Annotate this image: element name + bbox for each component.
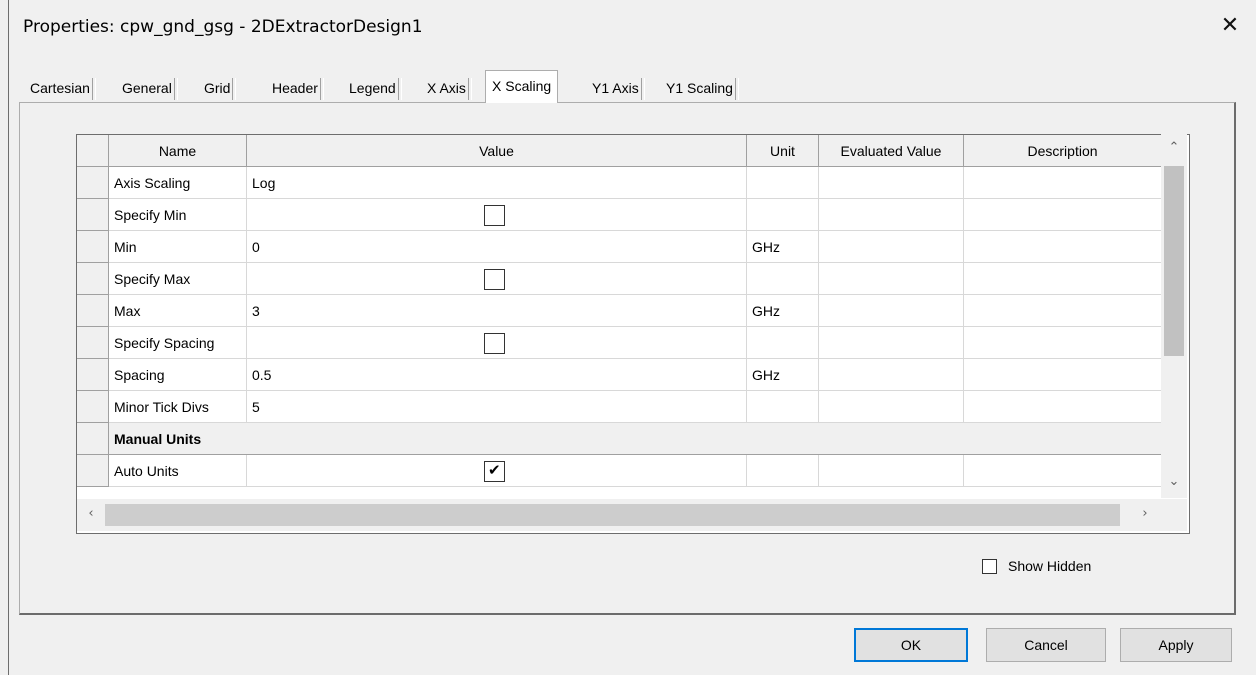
row-value-max[interactable]: 3 xyxy=(247,295,747,327)
row-header[interactable] xyxy=(77,263,109,295)
row-description xyxy=(964,231,1162,263)
row-value-min[interactable]: 0 xyxy=(247,231,747,263)
column-header-description[interactable]: Description xyxy=(964,135,1162,167)
row-unit xyxy=(747,455,819,487)
tab-general[interactable]: General xyxy=(122,74,178,102)
row-evaluated xyxy=(819,295,964,327)
row-name-axis-scaling: Axis Scaling xyxy=(109,167,247,199)
row-header[interactable] xyxy=(77,455,109,487)
close-icon[interactable]: ✕ xyxy=(1218,14,1242,38)
row-unit xyxy=(747,391,819,423)
row-description xyxy=(964,167,1162,199)
row-value-auto-units xyxy=(247,455,747,487)
column-header-unit[interactable]: Unit xyxy=(747,135,819,167)
row-name-spacing: Spacing xyxy=(109,359,247,391)
row-evaluated xyxy=(819,359,964,391)
tab-x-axis[interactable]: X Axis xyxy=(427,74,472,102)
row-value-specify-max xyxy=(247,263,747,295)
chevron-right-icon[interactable]: › xyxy=(1135,506,1155,521)
row-unit-max[interactable]: GHz xyxy=(747,295,819,327)
tab-grid[interactable]: Grid xyxy=(204,74,238,102)
horizontal-scrollbar[interactable]: ‹ › xyxy=(77,499,1187,531)
row-name-specify-min: Specify Min xyxy=(109,199,247,231)
row-header[interactable] xyxy=(77,167,109,199)
row-description xyxy=(964,359,1162,391)
row-description xyxy=(964,455,1162,487)
chevron-up-icon[interactable]: ⌃ xyxy=(1161,140,1187,155)
row-unit-spacing[interactable]: GHz xyxy=(747,359,819,391)
row-evaluated xyxy=(819,327,964,359)
apply-button[interactable]: Apply xyxy=(1120,628,1232,662)
tab-legend[interactable]: Legend xyxy=(349,74,402,102)
row-evaluated xyxy=(819,231,964,263)
column-header-evaluated-value[interactable]: Evaluated Value xyxy=(819,135,964,167)
row-unit xyxy=(747,199,819,231)
row-description xyxy=(964,263,1162,295)
property-grid[interactable]: Name Value Unit Evaluated Value Descript… xyxy=(76,134,1190,534)
row-name-auto-units: Auto Units xyxy=(109,455,247,487)
row-header[interactable] xyxy=(77,359,109,391)
row-description xyxy=(964,327,1162,359)
cancel-button[interactable]: Cancel xyxy=(986,628,1106,662)
row-header[interactable] xyxy=(77,295,109,327)
row-unit xyxy=(747,167,819,199)
chevron-left-icon[interactable]: ‹ xyxy=(81,506,101,521)
row-name-max: Max xyxy=(109,295,247,327)
tab-y1-axis[interactable]: Y1 Axis xyxy=(592,74,645,102)
row-evaluated xyxy=(819,391,964,423)
tab-header[interactable]: Header xyxy=(272,74,324,102)
row-unit xyxy=(747,263,819,295)
vertical-scrollbar[interactable]: ⌃ ⌄ xyxy=(1161,134,1187,498)
tab-cartesian[interactable]: Cartesian xyxy=(30,74,96,102)
tab-y1-scaling[interactable]: Y1 Scaling xyxy=(666,74,739,102)
show-hidden-label[interactable]: Show Hidden xyxy=(1008,556,1091,576)
row-name-minor-tick-divs: Minor Tick Divs xyxy=(109,391,247,423)
specify-max-checkbox[interactable] xyxy=(484,269,505,290)
row-name-min: Min xyxy=(109,231,247,263)
row-unit xyxy=(747,327,819,359)
row-header[interactable] xyxy=(77,327,109,359)
row-description xyxy=(964,391,1162,423)
row-name-specify-max: Specify Max xyxy=(109,263,247,295)
row-header[interactable] xyxy=(77,391,109,423)
section-manual-units[interactable]: Manual Units xyxy=(109,423,1162,455)
column-header-value[interactable]: Value xyxy=(247,135,747,167)
vertical-scroll-thumb[interactable] xyxy=(1164,166,1184,356)
row-header[interactable] xyxy=(77,231,109,263)
row-evaluated xyxy=(819,167,964,199)
specify-spacing-checkbox[interactable] xyxy=(484,333,505,354)
row-description xyxy=(964,199,1162,231)
row-description xyxy=(964,295,1162,327)
row-value-spacing[interactable]: 0.5 xyxy=(247,359,747,391)
window-frame-edge xyxy=(0,0,9,675)
ok-button[interactable]: OK xyxy=(854,628,968,662)
show-hidden-checkbox[interactable] xyxy=(982,559,997,574)
window-title: Properties: cpw_gnd_gsg - 2DExtractorDes… xyxy=(23,17,423,37)
row-value-minor-tick-divs[interactable]: 5 xyxy=(247,391,747,423)
chevron-down-icon[interactable]: ⌄ xyxy=(1161,474,1187,489)
row-evaluated xyxy=(819,455,964,487)
column-header-name[interactable]: Name xyxy=(109,135,247,167)
tab-x-scaling[interactable]: X Scaling xyxy=(485,70,559,103)
auto-units-checkbox[interactable] xyxy=(484,461,505,482)
row-evaluated xyxy=(819,199,964,231)
row-value-specify-spacing xyxy=(247,327,747,359)
horizontal-scroll-thumb[interactable] xyxy=(105,504,1120,526)
row-unit-min[interactable]: GHz xyxy=(747,231,819,263)
row-value-axis-scaling[interactable]: Log xyxy=(247,167,747,199)
corner-header xyxy=(77,135,109,167)
row-header[interactable] xyxy=(77,199,109,231)
row-name-specify-spacing: Specify Spacing xyxy=(109,327,247,359)
row-header[interactable] xyxy=(77,423,109,455)
specify-min-checkbox[interactable] xyxy=(484,205,505,226)
row-evaluated xyxy=(819,263,964,295)
row-value-specify-min xyxy=(247,199,747,231)
